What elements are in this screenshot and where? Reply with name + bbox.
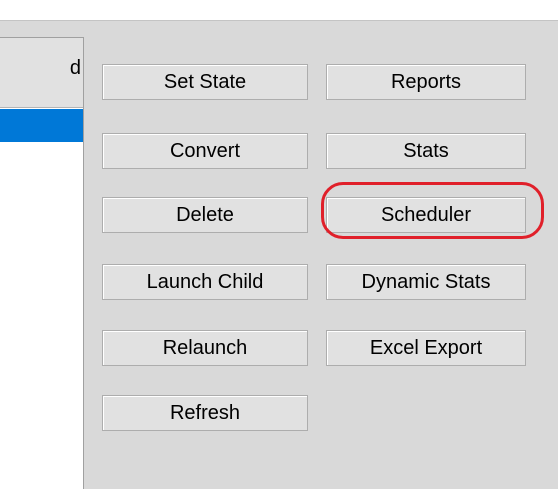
dynamic-stats-button[interactable]: Dynamic Stats	[326, 264, 526, 300]
stats-button[interactable]: Stats	[326, 133, 526, 169]
screenshot-stage: d Set State Reports Convert Stats Delete…	[0, 0, 558, 489]
list-selected-row[interactable]	[0, 109, 83, 142]
list-column-header[interactable]: d	[0, 38, 83, 108]
delete-button[interactable]: Delete	[102, 197, 308, 233]
refresh-button[interactable]: Refresh	[102, 395, 308, 431]
relaunch-button[interactable]: Relaunch	[102, 330, 308, 366]
reports-button[interactable]: Reports	[326, 64, 526, 100]
set-state-button[interactable]: Set State	[102, 64, 308, 100]
convert-button[interactable]: Convert	[102, 133, 308, 169]
scheduler-button[interactable]: Scheduler	[326, 197, 526, 233]
excel-export-button[interactable]: Excel Export	[326, 330, 526, 366]
list-column-header-label: d	[69, 57, 81, 79]
item-list[interactable]: d	[0, 37, 84, 489]
launch-child-button[interactable]: Launch Child	[102, 264, 308, 300]
